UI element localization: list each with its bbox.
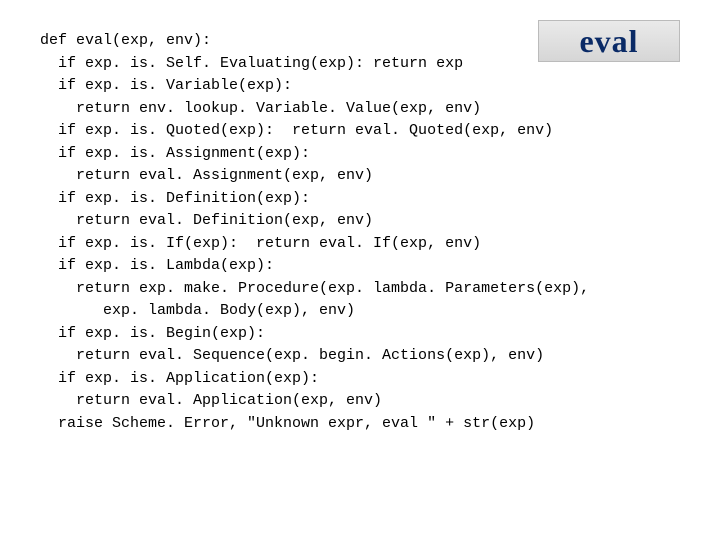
code-block: def eval(exp, env): if exp. is. Self. Ev… [40, 30, 680, 435]
slide: eval def eval(exp, env): if exp. is. Sel… [0, 0, 720, 455]
title-badge: eval [538, 20, 680, 62]
title-label: eval [579, 17, 638, 65]
